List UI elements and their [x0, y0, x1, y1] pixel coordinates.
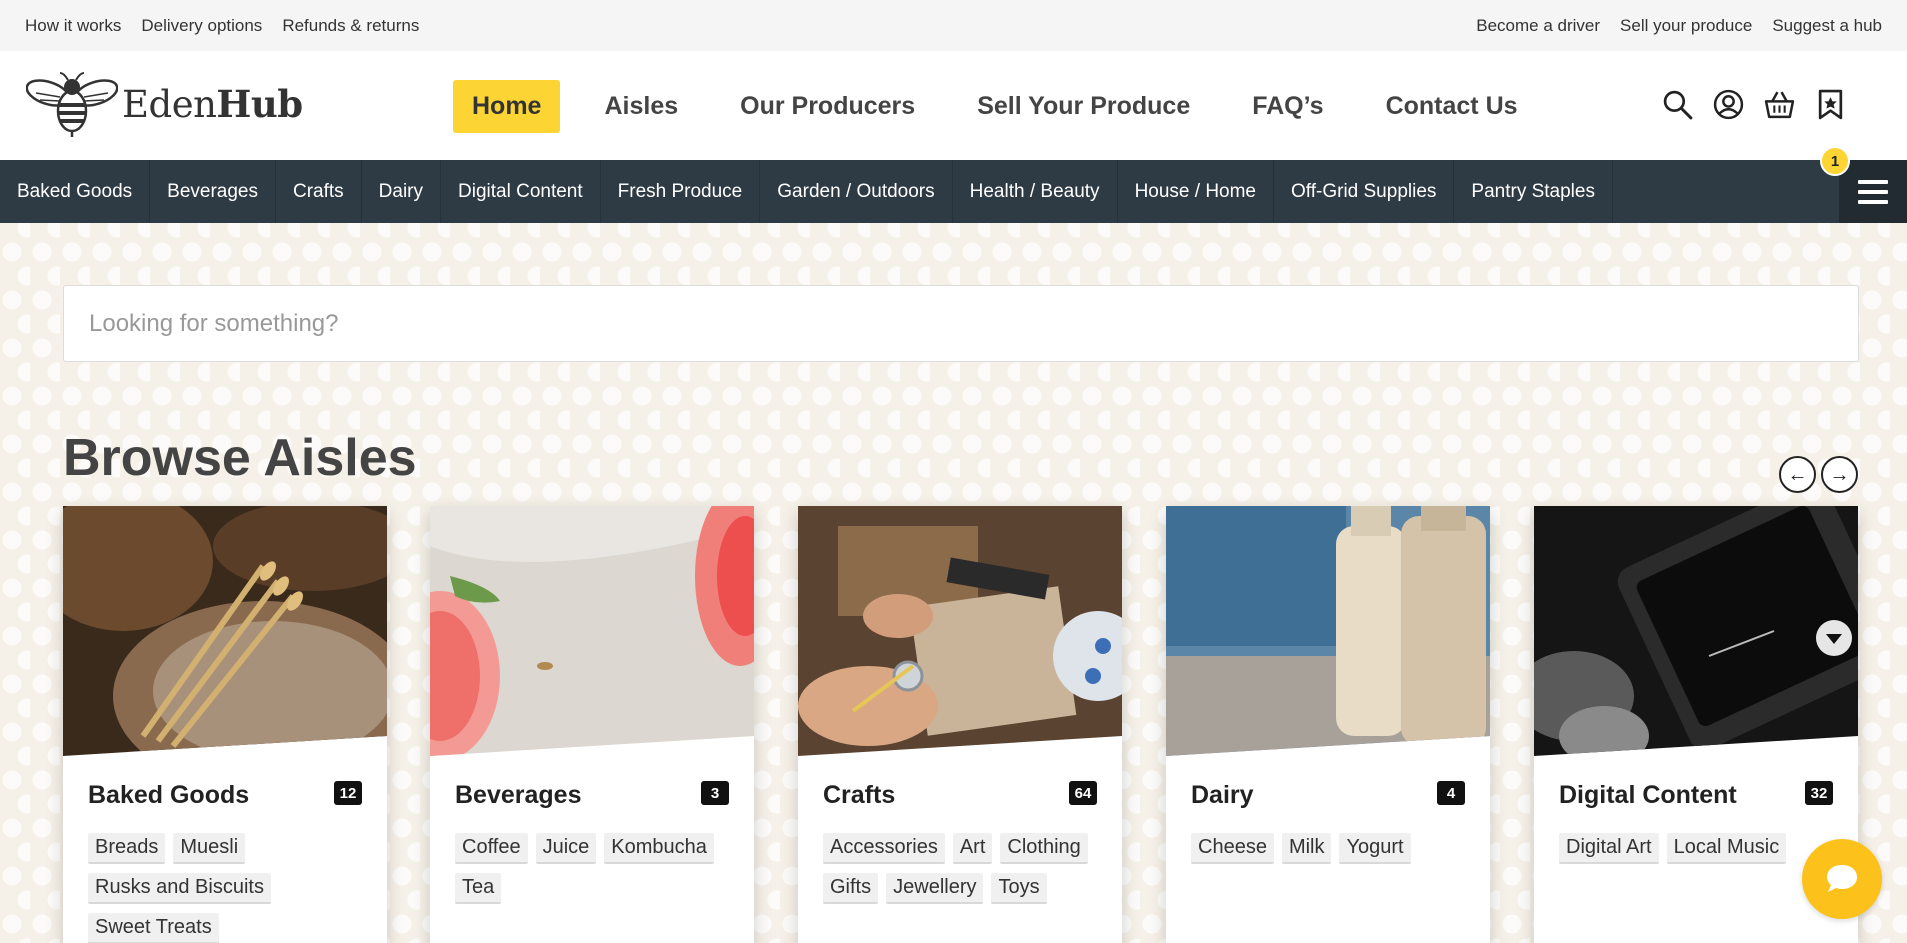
- aisle-title: Digital Content: [1559, 781, 1737, 809]
- aisle-count-badge: 64: [1069, 781, 1097, 805]
- category-dairy[interactable]: Dairy: [362, 160, 442, 223]
- main-nav: Home Aisles Our Producers Sell Your Prod…: [453, 80, 1580, 133]
- aisle-tag[interactable]: Milk: [1281, 833, 1332, 864]
- category-beverages[interactable]: Beverages: [150, 160, 276, 223]
- category-house-home[interactable]: House / Home: [1118, 160, 1275, 223]
- aisle-tags: Breads Muesli Rusks and Biscuits Sweet T…: [88, 833, 368, 943]
- aisle-title: Baked Goods: [88, 781, 250, 809]
- category-pantry-staples[interactable]: Pantry Staples: [1454, 160, 1613, 223]
- aisle-tag[interactable]: Cheese: [1191, 833, 1274, 864]
- aisle-tags: Coffee Juice Kombucha Tea: [455, 833, 735, 904]
- aisle-count-badge: 3: [701, 781, 729, 805]
- nav-sell-your-produce[interactable]: Sell Your Produce: [977, 82, 1190, 131]
- aisle-tags: Accessories Art Clothing Gifts Jewellery…: [823, 833, 1103, 904]
- nav-our-producers[interactable]: Our Producers: [740, 82, 915, 131]
- aisle-tags: Digital Art Local Music: [1559, 833, 1839, 864]
- dairy-image: [1166, 506, 1490, 756]
- brand-name: EdenHub: [122, 82, 303, 126]
- cart-count-badge: 1: [1820, 146, 1850, 176]
- sell-produce-link[interactable]: Sell your produce: [1620, 16, 1752, 36]
- aisle-title: Dairy: [1191, 781, 1254, 809]
- search-icon[interactable]: [1662, 89, 1693, 120]
- brand-name-bold: Hub: [216, 82, 303, 126]
- user-icon[interactable]: [1713, 89, 1744, 120]
- utility-bar: How it works Delivery options Refunds & …: [0, 0, 1907, 51]
- basket-icon[interactable]: [1764, 89, 1795, 120]
- nav-aisles[interactable]: Aisles: [604, 82, 678, 131]
- aisle-tag[interactable]: Muesli: [173, 833, 246, 864]
- search-input[interactable]: [63, 285, 1859, 362]
- aisle-tags: Cheese Milk Yogurt: [1191, 833, 1471, 864]
- aisle-tag[interactable]: Sweet Treats: [88, 913, 219, 943]
- aisle-tag[interactable]: Toys: [991, 873, 1047, 904]
- nav-contact-us[interactable]: Contact Us: [1386, 82, 1518, 131]
- aisle-tag[interactable]: Gifts: [823, 873, 879, 904]
- category-off-grid-supplies[interactable]: Off-Grid Supplies: [1274, 160, 1455, 223]
- aisle-tag[interactable]: Juice: [535, 833, 597, 864]
- aisle-tag[interactable]: Local Music: [1666, 833, 1787, 864]
- category-digital-content[interactable]: Digital Content: [441, 160, 601, 223]
- beverages-image: [430, 506, 754, 756]
- aisle-tag[interactable]: Kombucha: [604, 833, 714, 864]
- utility-links-left: How it works Delivery options Refunds & …: [25, 16, 419, 36]
- chat-bubble-icon: [1827, 865, 1857, 892]
- category-garden-outdoors[interactable]: Garden / Outdoors: [760, 160, 953, 223]
- site-logo[interactable]: EdenHub: [26, 71, 303, 137]
- bookmark-icon[interactable]: [1815, 89, 1846, 120]
- aisle-tag[interactable]: Accessories: [823, 833, 945, 864]
- menu-bar: [1858, 189, 1888, 194]
- aisle-count-badge: 4: [1437, 781, 1465, 805]
- suggest-hub-link[interactable]: Suggest a hub: [1772, 16, 1882, 36]
- become-driver-link[interactable]: Become a driver: [1476, 16, 1600, 36]
- carousel-arrows: ← →: [1779, 456, 1858, 493]
- refunds-returns-link[interactable]: Refunds & returns: [282, 16, 419, 36]
- category-fresh-produce[interactable]: Fresh Produce: [601, 160, 761, 223]
- digital-content-image: [1534, 506, 1858, 756]
- category-baked-goods[interactable]: Baked Goods: [0, 160, 151, 223]
- nav-home[interactable]: Home: [453, 80, 561, 133]
- aisle-tag[interactable]: Rusks and Biscuits: [88, 873, 271, 904]
- aisle-count-badge: 12: [334, 781, 362, 805]
- menu-bar: [1858, 179, 1888, 184]
- crafts-image: [798, 506, 1122, 756]
- menu-icon[interactable]: [1839, 160, 1907, 223]
- aisle-tag[interactable]: Art: [952, 833, 993, 864]
- aisle-tag[interactable]: Jewellery: [886, 873, 984, 904]
- delivery-options-link[interactable]: Delivery options: [141, 16, 262, 36]
- arrow-left-icon[interactable]: ←: [1779, 456, 1816, 493]
- site-header: EdenHub Home Aisles Our Producers Sell Y…: [0, 51, 1907, 160]
- browse-aisles-heading: Browse Aisles: [63, 429, 417, 487]
- utility-links-right: Become a driver Sell your produce Sugges…: [1476, 16, 1882, 36]
- arrow-right-icon[interactable]: →: [1821, 456, 1858, 493]
- header-icons: [1662, 89, 1846, 120]
- brand-name-light: Eden: [122, 83, 217, 126]
- aisle-tag[interactable]: Coffee: [455, 833, 528, 864]
- aisle-tag[interactable]: Tea: [455, 873, 502, 904]
- chat-button[interactable]: [1802, 839, 1882, 919]
- menu-bar: [1858, 199, 1888, 204]
- aisle-count-badge: 32: [1805, 781, 1833, 805]
- aisle-card-crafts[interactable]: Crafts 64 Accessories Art Clothing Gifts…: [798, 506, 1122, 943]
- category-bar: Baked Goods Beverages Crafts Dairy Digit…: [0, 160, 1907, 223]
- aisle-tag[interactable]: Digital Art: [1559, 833, 1659, 864]
- bee-icon: [26, 72, 118, 137]
- aisle-card-baked-goods[interactable]: Baked Goods 12 Breads Muesli Rusks and B…: [63, 506, 387, 943]
- aisle-tag[interactable]: Clothing: [1000, 833, 1088, 864]
- how-it-works-link[interactable]: How it works: [25, 16, 121, 36]
- category-health-beauty[interactable]: Health / Beauty: [953, 160, 1118, 223]
- aisle-tag[interactable]: Yogurt: [1339, 833, 1411, 864]
- nav-faqs[interactable]: FAQ’s: [1252, 82, 1323, 131]
- aisle-card-dairy[interactable]: Dairy 4 Cheese Milk Yogurt: [1166, 506, 1490, 943]
- aisle-card-beverages[interactable]: Beverages 3 Coffee Juice Kombucha Tea: [430, 506, 754, 943]
- aisle-title: Crafts: [823, 781, 896, 809]
- category-crafts[interactable]: Crafts: [276, 160, 362, 223]
- aisle-title: Beverages: [455, 781, 582, 809]
- aisle-tag[interactable]: Breads: [88, 833, 166, 864]
- baked-goods-image: [63, 506, 387, 756]
